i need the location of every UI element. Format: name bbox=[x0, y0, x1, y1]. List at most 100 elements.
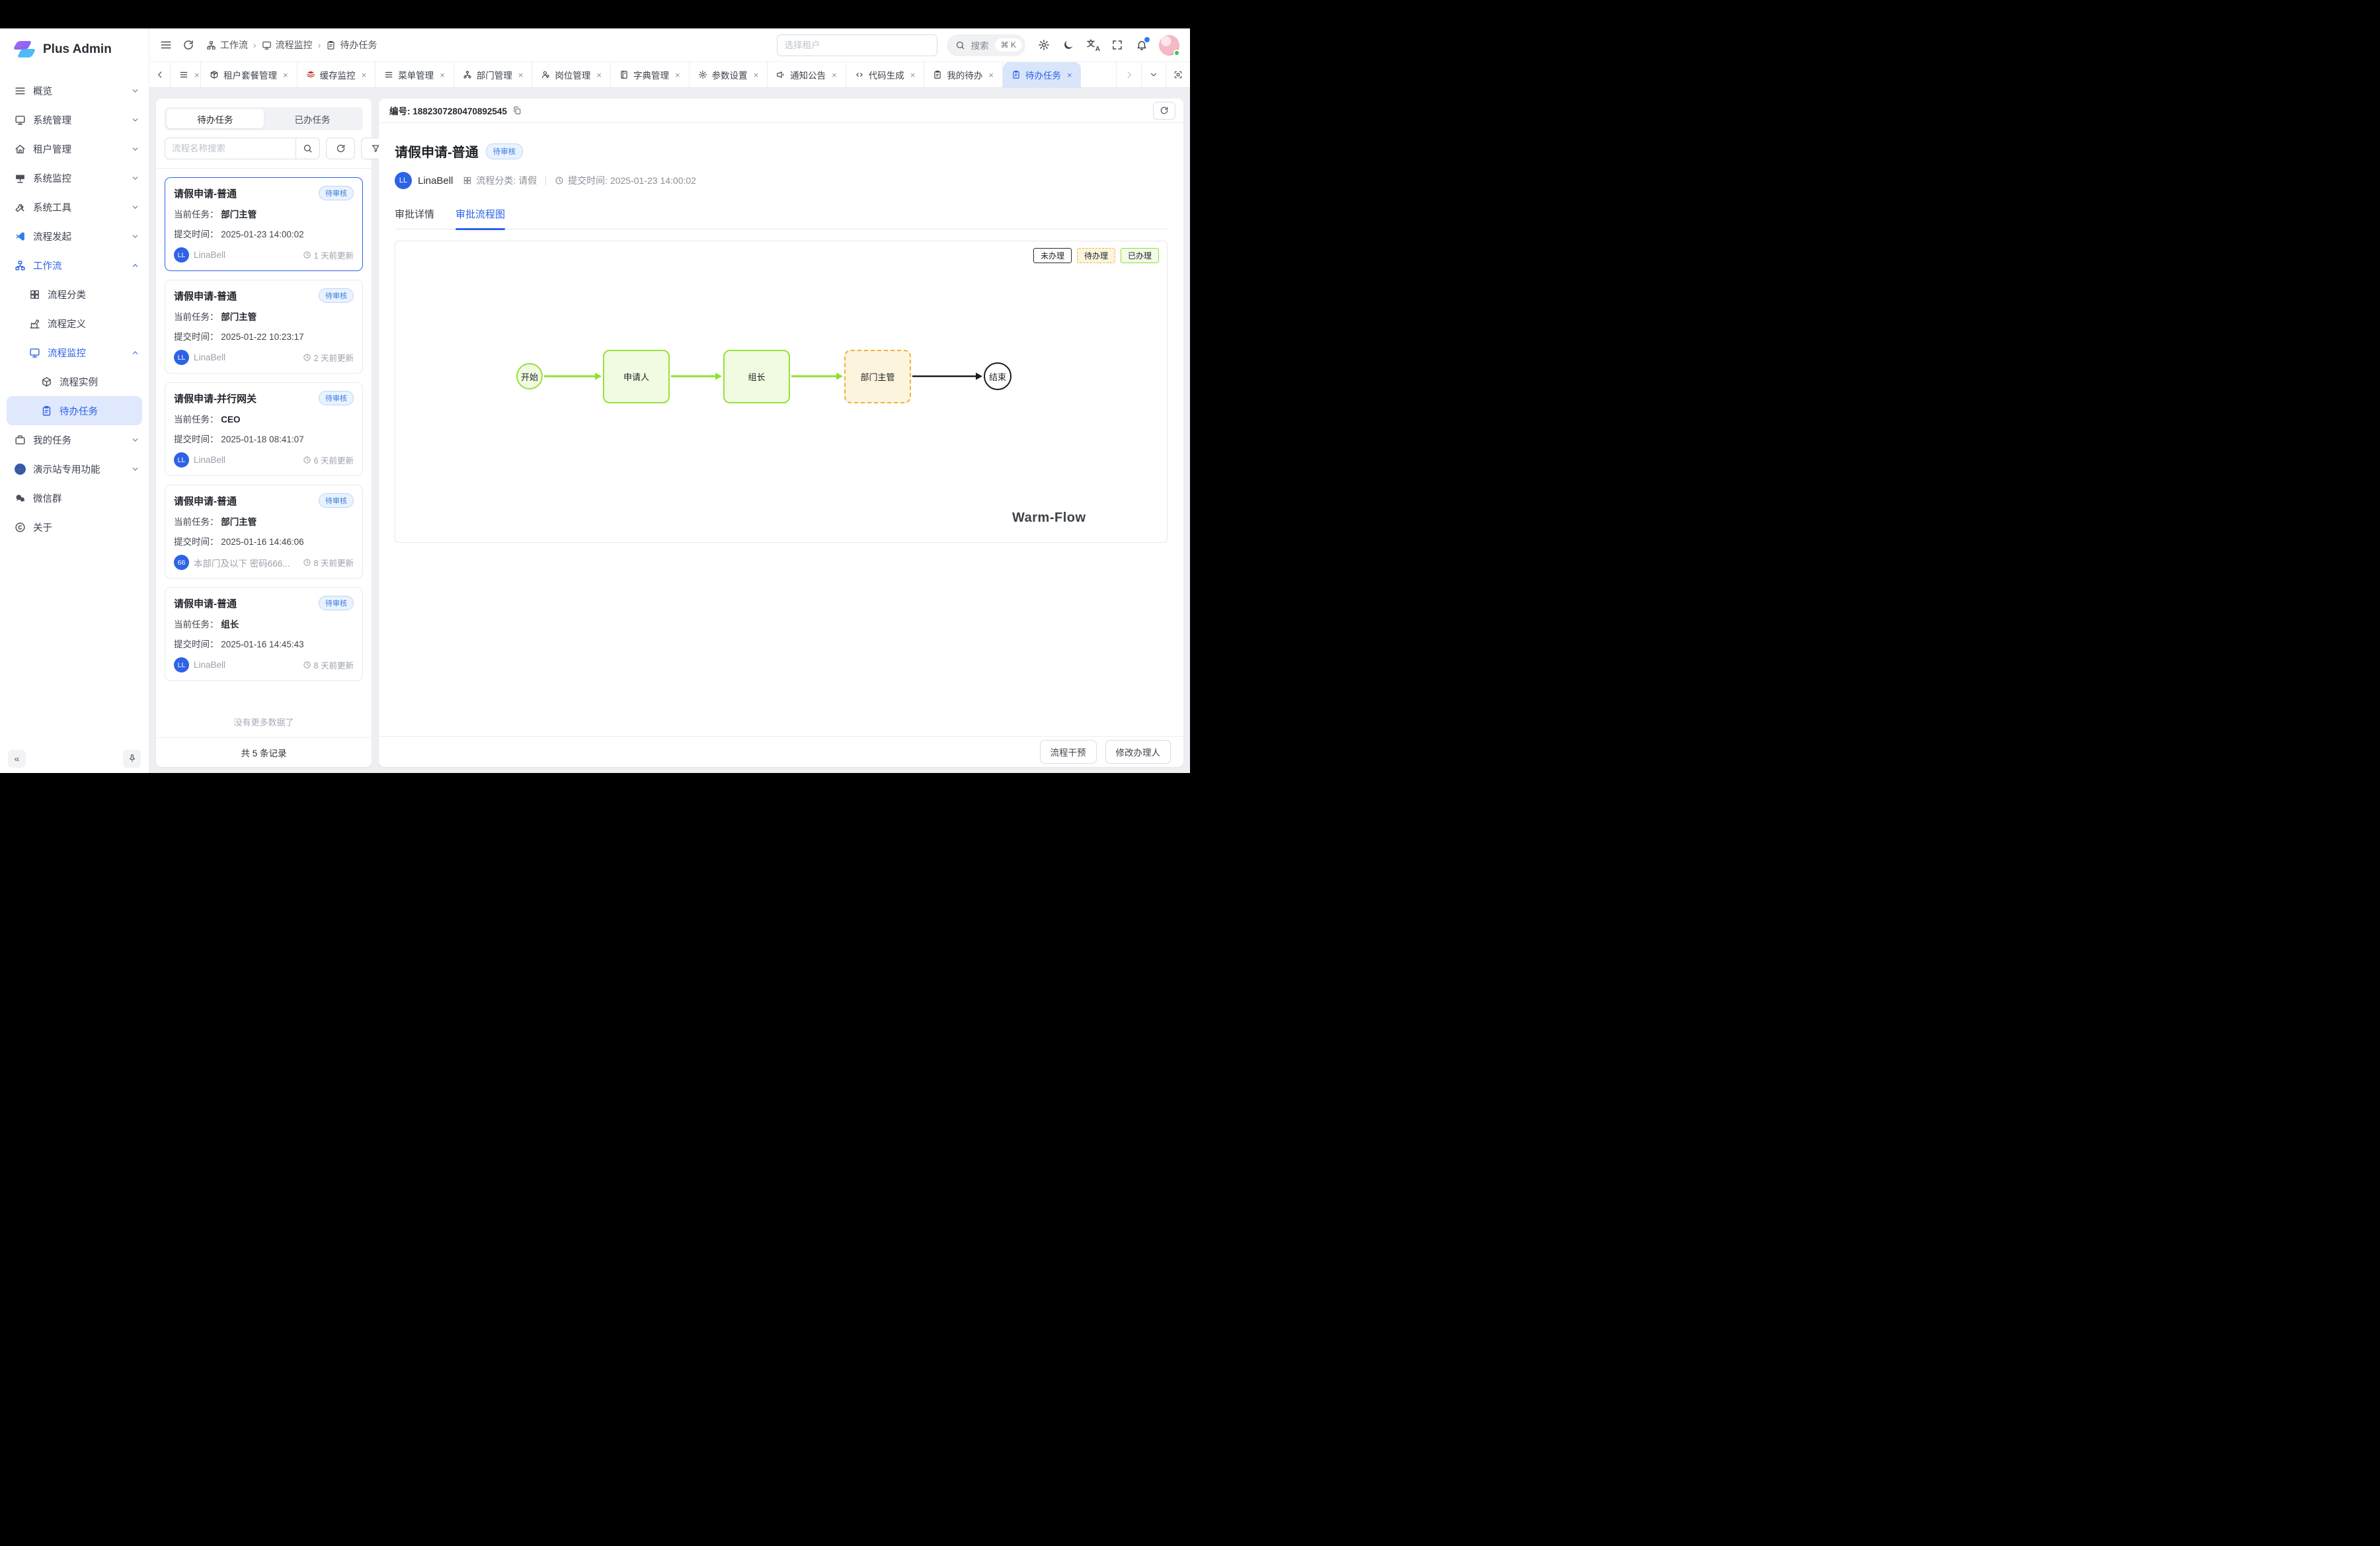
user-avatar[interactable] bbox=[1159, 35, 1179, 56]
tab-todo-tasks[interactable]: 待办任务× bbox=[1003, 62, 1081, 87]
task-card[interactable]: 请假申请-并行网关待审核当前任务： CEO提交时间： 2025-01-18 08… bbox=[165, 382, 363, 476]
tab-notice[interactable]: 通知公告 × bbox=[768, 62, 846, 87]
tabs-menu-button[interactable] bbox=[1141, 62, 1166, 87]
close-icon[interactable]: × bbox=[518, 70, 524, 80]
sidebar-item-label: 流程分类 bbox=[48, 288, 139, 302]
sidebar-item-label: 流程实例 bbox=[60, 375, 139, 389]
fullscreen-button[interactable] bbox=[1111, 39, 1123, 51]
settings-button[interactable] bbox=[1038, 39, 1050, 51]
refresh-list-button[interactable] bbox=[326, 138, 355, 159]
sidebar-item-flow-initiate[interactable]: 流程发起 bbox=[0, 222, 149, 251]
tab-tenant-package[interactable]: 租户套餐管理× bbox=[201, 62, 298, 87]
flow-title: 请假申请-普通 bbox=[395, 142, 479, 161]
segment-done[interactable]: 已办任务 bbox=[264, 109, 361, 128]
app-logo[interactable]: Plus Admin bbox=[0, 28, 149, 71]
sidebar-item-flow-definition[interactable]: 流程定义 bbox=[0, 309, 149, 338]
sidebar-item-my-tasks[interactable]: 我的任务 bbox=[0, 425, 149, 454]
tab-param-settings[interactable]: 参数设置× bbox=[690, 62, 768, 87]
card-header: 请假申请-并行网关待审核 bbox=[174, 391, 354, 405]
close-icon[interactable]: × bbox=[988, 70, 994, 80]
megaphone-icon bbox=[776, 70, 785, 79]
close-icon[interactable]: × bbox=[440, 70, 445, 80]
close-icon[interactable]: × bbox=[283, 70, 288, 80]
close-icon[interactable]: × bbox=[596, 70, 602, 80]
tab-dept-mgmt[interactable]: 部门管理× bbox=[454, 62, 533, 87]
tabs-scroll-right-button[interactable] bbox=[1117, 62, 1141, 87]
refresh-page-icon[interactable] bbox=[182, 39, 194, 51]
global-search[interactable]: 搜索 ⌘ K bbox=[947, 34, 1025, 56]
close-icon[interactable]: × bbox=[1067, 70, 1072, 80]
flowchart-canvas[interactable]: 开始 申请人组长 部门主管 结束 bbox=[395, 241, 1167, 542]
sitemap-icon bbox=[206, 40, 216, 50]
dark-mode-button[interactable] bbox=[1062, 39, 1074, 51]
chevron-down-icon bbox=[131, 436, 139, 444]
task-card[interactable]: 请假申请-普通待审核当前任务： 部门主管提交时间： 2025-01-22 10:… bbox=[165, 280, 363, 374]
online-status-dot bbox=[1173, 50, 1180, 56]
close-icon[interactable]: × bbox=[194, 70, 200, 80]
collapse-menu-icon[interactable] bbox=[160, 39, 172, 51]
sidebar-item-flow-category[interactable]: 流程分类 bbox=[0, 280, 149, 309]
refresh-detail-button[interactable] bbox=[1153, 102, 1175, 120]
close-icon[interactable]: × bbox=[362, 70, 367, 80]
flow-name-search-input[interactable] bbox=[165, 138, 296, 159]
task-detail-panel: 编号: 1882307280470892545 请假申请-普通 待审核 LL L… bbox=[379, 99, 1183, 767]
sidebar-item-label: 系统监控 bbox=[33, 171, 124, 185]
tenant-select-input[interactable] bbox=[777, 34, 937, 56]
sidebar-item-about[interactable]: 关于 bbox=[0, 512, 149, 542]
tab-approval-detail[interactable]: 审批详情 bbox=[395, 207, 434, 229]
sidebar-item-system-tools[interactable]: 系统工具 bbox=[0, 192, 149, 222]
sidebar-item-tenant-mgmt[interactable]: 租户管理 bbox=[0, 134, 149, 163]
close-icon[interactable]: × bbox=[675, 70, 680, 80]
clock-icon bbox=[303, 251, 311, 259]
sidebar-item-system-monitor[interactable]: 系统监控 bbox=[0, 163, 149, 192]
tab-code-gen[interactable]: 代码生成× bbox=[846, 62, 925, 87]
tab-clipped-tab[interactable]: × bbox=[171, 62, 201, 87]
close-icon[interactable]: × bbox=[754, 70, 759, 80]
sidebar-item-wechat-group[interactable]: 微信群 bbox=[0, 483, 149, 512]
tabs-scroll-left-button[interactable] bbox=[149, 62, 171, 87]
tab-approval-flowchart[interactable]: 审批流程图 bbox=[456, 207, 505, 229]
breadcrumb-flow-monitor[interactable]: 流程监控 bbox=[262, 38, 313, 52]
flow-node-applicant[interactable]: 申请人 bbox=[603, 350, 670, 403]
tab-cache-monitor[interactable]: 缓存监控× bbox=[298, 62, 376, 87]
chevron-down-icon bbox=[131, 203, 139, 212]
sidebar-item-flow-instance[interactable]: 流程实例 bbox=[0, 367, 149, 396]
flow-node-team-leader[interactable]: 组长 bbox=[723, 350, 790, 403]
task-card[interactable]: 请假申请-普通待审核当前任务： 部门主管提交时间： 2025-01-16 14:… bbox=[165, 485, 363, 579]
sidebar-item-workflow[interactable]: 工作流 bbox=[0, 251, 149, 280]
flow-intervene-button[interactable]: 流程干预 bbox=[1040, 740, 1097, 764]
task-card[interactable]: 请假申请-普通待审核当前任务： 组长提交时间： 2025-01-16 14:45… bbox=[165, 587, 363, 681]
task-card[interactable]: 请假申请-普通待审核当前任务： 部门主管提交时间： 2025-01-23 14:… bbox=[165, 177, 363, 271]
sidebar-collapse-button[interactable]: « bbox=[8, 750, 26, 768]
breadcrumb-workflow[interactable]: 工作流 bbox=[206, 38, 248, 52]
tab-label: 通知公告 bbox=[790, 68, 826, 81]
search-button[interactable] bbox=[296, 138, 320, 159]
tab-menu-mgmt[interactable]: 菜单管理× bbox=[376, 62, 454, 87]
sidebar-item-todo-tasks[interactable]: 待办任务 bbox=[7, 396, 142, 425]
sidebar-item-system-mgmt[interactable]: 系统管理 bbox=[0, 105, 149, 134]
sidebar-item-demo-features[interactable]: 演示站专用功能 bbox=[0, 454, 149, 483]
segment-todo[interactable]: 待办任务 bbox=[167, 109, 264, 128]
tab-post-mgmt[interactable]: 岗位管理× bbox=[532, 62, 611, 87]
tab-my-todo[interactable]: 我的待办× bbox=[924, 62, 1003, 87]
notifications-button[interactable] bbox=[1136, 39, 1148, 51]
change-assignee-button[interactable]: 修改办理人 bbox=[1105, 740, 1171, 764]
copy-icon[interactable] bbox=[512, 106, 522, 115]
initiator-avatar: LL bbox=[395, 172, 412, 189]
refresh-icon bbox=[1160, 106, 1169, 115]
breadcrumb-todo-tasks[interactable]: 待办任务 bbox=[326, 38, 377, 52]
flow-node-end[interactable]: 结束 bbox=[984, 362, 1012, 390]
updated-time: 6 天前更新 bbox=[303, 454, 354, 466]
close-icon[interactable]: × bbox=[832, 70, 837, 80]
language-button[interactable]: 文A bbox=[1087, 39, 1099, 51]
content-fullscreen-button[interactable] bbox=[1166, 62, 1190, 87]
close-icon[interactable]: × bbox=[910, 70, 916, 80]
clock-icon bbox=[303, 661, 311, 669]
sidebar-item-overview[interactable]: 概览 bbox=[0, 76, 149, 105]
flow-node-dept-manager[interactable]: 部门主管 bbox=[844, 350, 911, 403]
chevron-up-icon bbox=[131, 261, 139, 270]
tab-dict-mgmt[interactable]: 字典管理× bbox=[611, 62, 690, 87]
sidebar-item-flow-monitor[interactable]: 流程监控 bbox=[0, 338, 149, 367]
flow-node-start[interactable]: 开始 bbox=[516, 363, 543, 389]
sidebar-pin-button[interactable] bbox=[123, 750, 141, 768]
